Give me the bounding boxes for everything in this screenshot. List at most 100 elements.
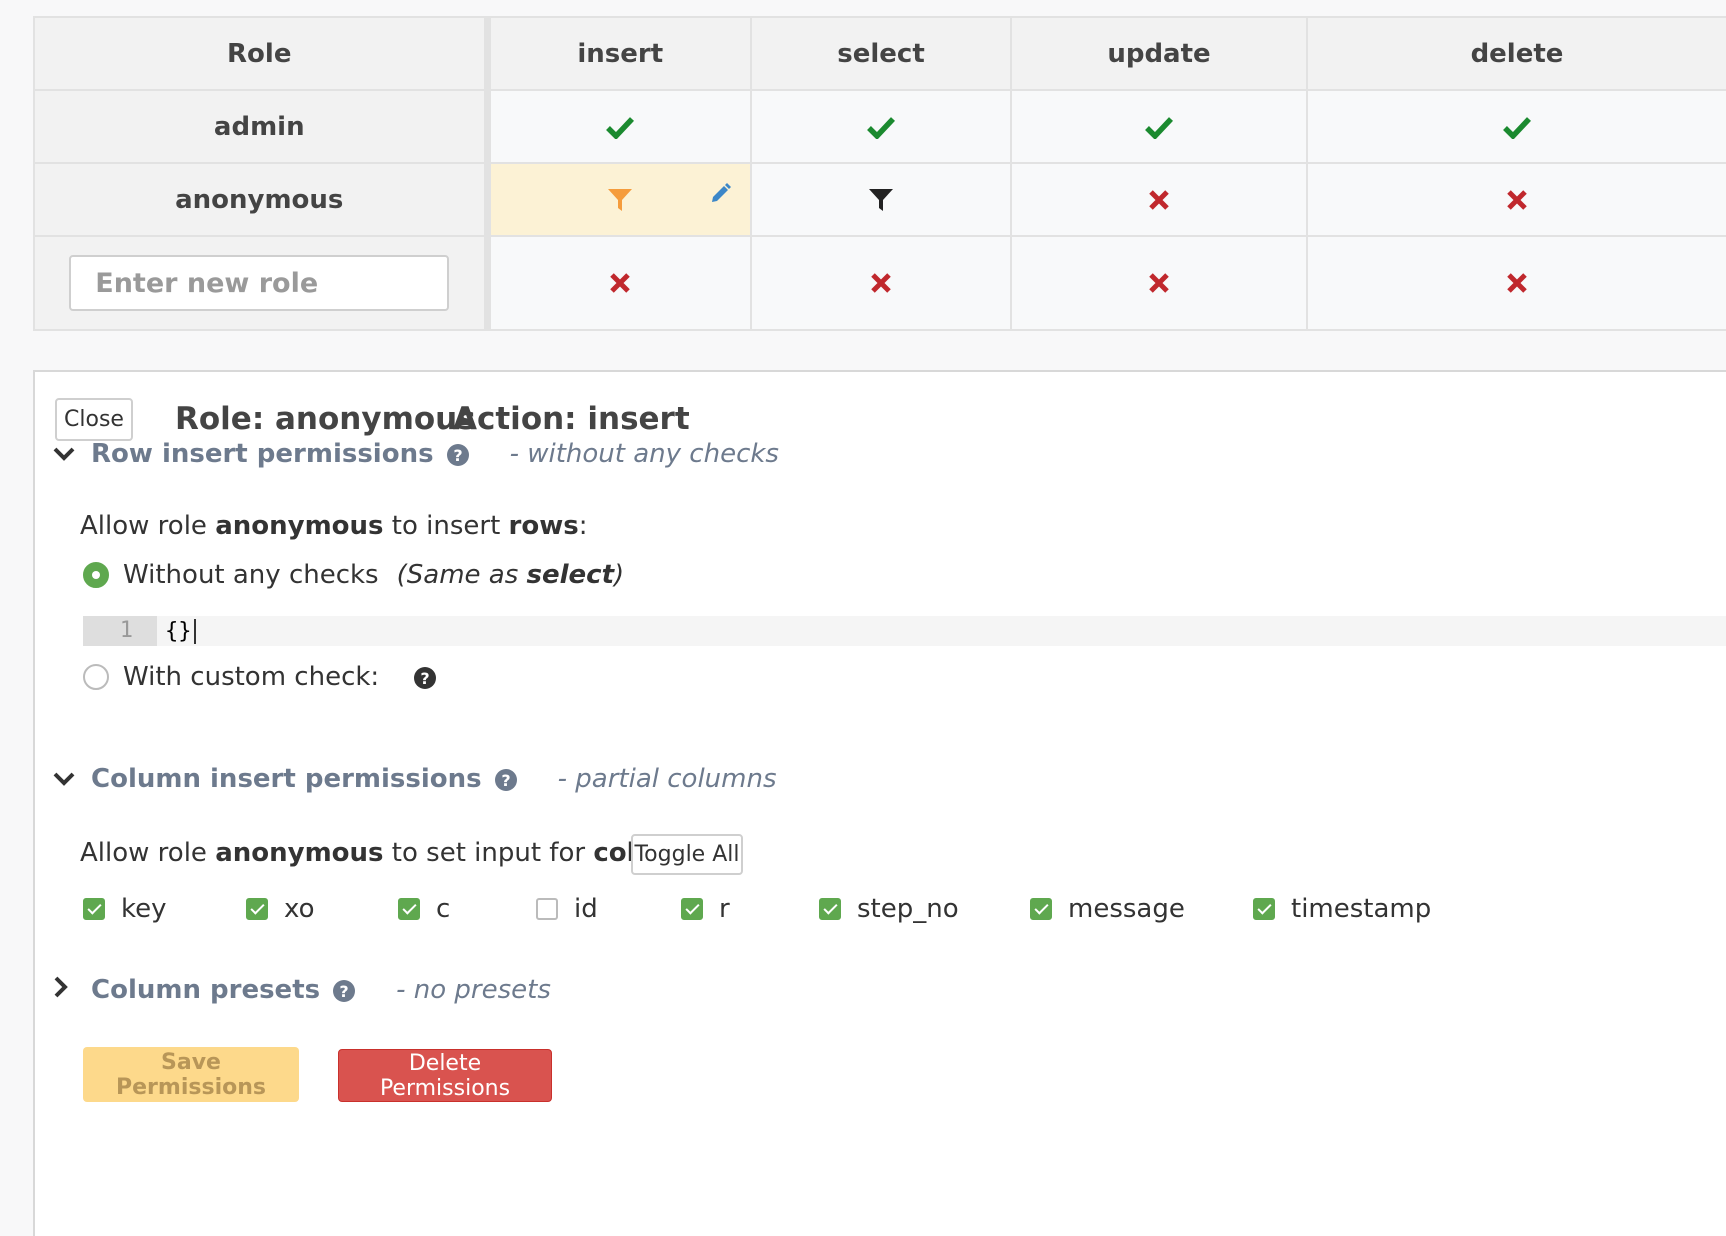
help-icon[interactable]: ?	[332, 972, 356, 1008]
column-checkbox-message[interactable]: message	[1030, 894, 1185, 924]
code-text: {}	[165, 618, 196, 644]
permissions-table: Role insert select update delete admin a…	[33, 16, 1726, 331]
checkbox-checked[interactable]	[1253, 898, 1275, 920]
header-insert: insert	[486, 16, 752, 91]
role-header: Role: anonymous	[175, 401, 476, 437]
column-permissions-summary: - partial columns	[557, 764, 777, 794]
row-allow-text: Allow role anonymous to insert rows:	[80, 511, 588, 541]
perm-cell-new-update[interactable]	[1010, 235, 1308, 331]
column-checkbox-step-no[interactable]: step_no	[819, 894, 959, 924]
table-row-admin: admin	[33, 89, 1726, 164]
custom-check-label: With custom check:	[123, 662, 380, 692]
perm-cell-new-delete[interactable]	[1306, 235, 1726, 331]
table-row-anonymous: anonymous	[33, 162, 1726, 237]
header-update: update	[1010, 16, 1308, 91]
filter-icon	[607, 188, 633, 211]
permission-edit-panel: Close Role: anonymous Action: insert Row…	[33, 370, 1726, 1236]
checkbox-checked[interactable]	[398, 898, 420, 920]
column-label: timestamp	[1291, 894, 1432, 924]
chevron-down-icon	[53, 436, 81, 472]
chevron-down-icon	[53, 761, 81, 797]
close-button[interactable]: Close	[55, 398, 133, 441]
column-presets-summary: - no presets	[396, 975, 551, 1005]
header-select: select	[750, 16, 1012, 91]
cross-icon	[1148, 189, 1170, 210]
checkbox-checked[interactable]	[83, 898, 105, 920]
checkbox-checked[interactable]	[681, 898, 703, 920]
check-icon	[606, 116, 635, 139]
help-icon[interactable]: ?	[494, 761, 518, 797]
radio-without-checks[interactable]: Without any checks (Same as select)	[83, 560, 624, 590]
checkbox-unchecked[interactable]	[536, 898, 558, 920]
column-permissions-toggle[interactable]: Column insert permissions ? - partial co…	[53, 761, 777, 797]
column-allow-text: Allow role anonymous to set input for co…	[80, 838, 724, 868]
check-icon	[1503, 116, 1531, 139]
column-presets-title: Column presets	[91, 975, 321, 1005]
column-checkbox-key[interactable]: key	[83, 894, 167, 924]
perm-cell-anonymous-delete[interactable]	[1306, 162, 1726, 237]
column-label: id	[574, 894, 598, 924]
header-role: Role	[33, 16, 491, 91]
table-header-row: Role insert select update delete	[33, 16, 1726, 91]
column-label: xo	[284, 894, 315, 924]
column-presets-toggle[interactable]: Column presets ? - no presets	[53, 972, 551, 1008]
check-icon	[867, 116, 895, 139]
cross-icon	[1506, 273, 1528, 293]
perm-cell-anonymous-update[interactable]	[1010, 162, 1308, 237]
cross-icon	[1148, 273, 1170, 293]
new-role-cell	[33, 235, 491, 331]
toggle-all-button[interactable]: Toggle All	[631, 834, 743, 875]
radio-button-checked[interactable]	[83, 562, 109, 588]
column-label: c	[436, 894, 451, 924]
column-checkbox-r[interactable]: r	[681, 894, 730, 924]
help-icon[interactable]: ?	[446, 436, 470, 472]
column-checkbox-c[interactable]: c	[398, 894, 450, 924]
table-row-new-role	[33, 235, 1726, 331]
perm-cell-new-insert[interactable]	[486, 235, 752, 331]
radio-button-unchecked[interactable]	[83, 664, 109, 690]
delete-permissions-button[interactable]: Delete Permissions	[338, 1049, 552, 1102]
perm-cell-new-select[interactable]	[750, 235, 1012, 331]
column-label: step_no	[857, 894, 959, 924]
checkbox-checked[interactable]	[246, 898, 268, 920]
perm-cell-admin-update[interactable]	[1010, 89, 1308, 164]
action-header: Action: insert	[453, 401, 690, 437]
cross-icon	[609, 273, 631, 293]
checkbox-checked[interactable]	[819, 898, 841, 920]
perm-cell-anonymous-insert[interactable]	[486, 162, 752, 237]
column-permissions-title: Column insert permissions	[91, 764, 482, 794]
column-checkbox-xo[interactable]: xo	[246, 894, 315, 924]
same-as-select-note: (Same as select)	[396, 560, 625, 590]
column-checkbox-id[interactable]: id	[536, 894, 598, 924]
role-name-admin: admin	[33, 89, 491, 164]
row-permissions-title: Row insert permissions	[91, 439, 434, 469]
row-permissions-toggle[interactable]: Row insert permissions ? - without any c…	[53, 436, 779, 472]
perm-cell-admin-insert[interactable]	[486, 89, 752, 164]
column-label: r	[719, 894, 730, 924]
without-checks-label: Without any checks	[123, 560, 379, 590]
svg-text:?: ?	[501, 771, 510, 790]
row-permissions-summary: - without any checks	[509, 439, 779, 469]
perm-cell-admin-delete[interactable]	[1306, 89, 1726, 164]
svg-text:?: ?	[339, 982, 348, 1001]
role-name-anonymous: anonymous	[33, 162, 491, 237]
checkbox-checked[interactable]	[1030, 898, 1052, 920]
save-permissions-button[interactable]: Save Permissions	[83, 1047, 299, 1102]
perm-cell-anonymous-select[interactable]	[750, 162, 1012, 237]
check-icon	[1145, 116, 1173, 139]
chevron-right-icon	[53, 972, 81, 1008]
column-checkbox-timestamp[interactable]: timestamp	[1253, 894, 1431, 924]
column-label: message	[1068, 894, 1185, 924]
radio-custom-check[interactable]: With custom check: ?	[83, 662, 437, 692]
check-code-editor[interactable]: 1 {}	[83, 616, 1726, 646]
cross-icon	[1506, 189, 1528, 210]
svg-text:?: ?	[453, 446, 462, 465]
svg-text:?: ?	[421, 669, 430, 688]
pencil-icon[interactable]	[710, 182, 732, 208]
perm-cell-admin-select[interactable]	[750, 89, 1012, 164]
new-role-input[interactable]	[69, 255, 450, 311]
header-delete: delete	[1306, 16, 1726, 91]
filter-icon	[868, 188, 894, 211]
help-icon[interactable]: ?	[413, 662, 437, 692]
column-label: key	[121, 894, 167, 924]
